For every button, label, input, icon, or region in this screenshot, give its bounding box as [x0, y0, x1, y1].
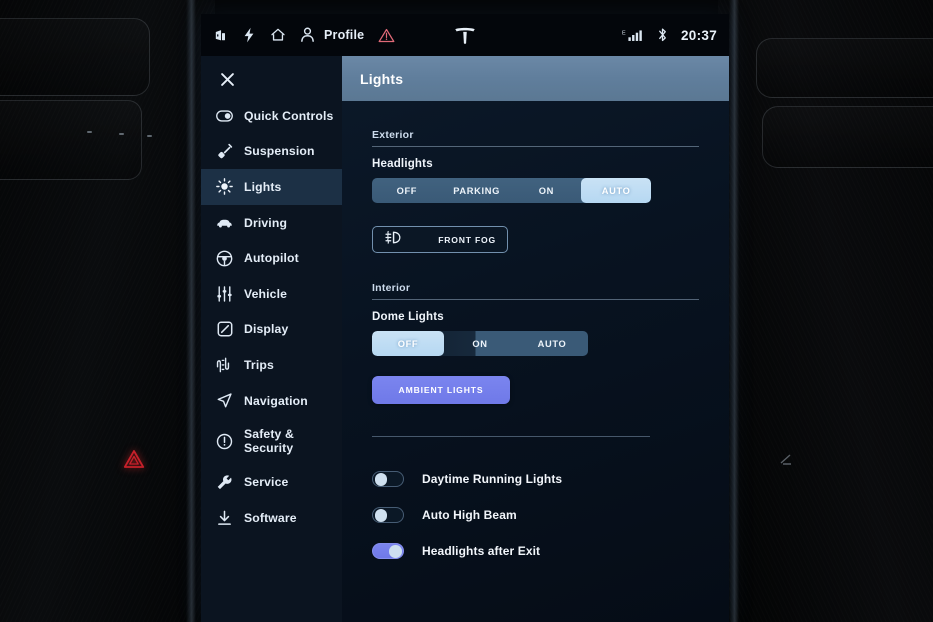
- sidebar-item-label: Service: [244, 475, 289, 490]
- headlights-option-on[interactable]: ON: [512, 178, 582, 203]
- dashboard-right: [718, 0, 933, 622]
- dashboard-trim-left: [186, 0, 196, 622]
- sun-brightness-icon: [216, 178, 233, 196]
- dome-lights-option-off[interactable]: OFF: [372, 331, 444, 356]
- wrench-icon: [216, 474, 233, 491]
- sidebar-item-vehicle[interactable]: Vehicle: [201, 276, 342, 312]
- section-label-exterior: Exterior: [372, 129, 699, 147]
- sidebar-item-label: Suspension: [244, 144, 315, 159]
- toggle-row-auto-high-beam[interactable]: Auto High Beam: [372, 497, 699, 533]
- car-interior-scene: Profile E 20:37 Quick Controls Suspensio…: [0, 0, 933, 622]
- headlights-option-off[interactable]: OFF: [372, 178, 442, 203]
- dome-lights-option-auto[interactable]: AUTO: [516, 331, 588, 356]
- dashboard-left: [0, 0, 215, 622]
- steering-wheel-icon: [216, 250, 233, 267]
- door-handle-glint: [780, 452, 796, 466]
- toggle-label: Headlights after Exit: [422, 544, 541, 558]
- auto-high-beam-toggle[interactable]: [372, 507, 404, 523]
- front-fog-label: FRONT FOG: [438, 234, 496, 245]
- bluetooth-icon[interactable]: [656, 27, 669, 43]
- download-icon: [216, 509, 233, 526]
- fog-light-icon: [384, 230, 404, 250]
- headlights-option-parking[interactable]: PARKING: [442, 178, 512, 203]
- sliders-icon: [216, 285, 233, 302]
- page-title: Lights: [360, 70, 404, 87]
- ambient-lights-button[interactable]: AMBIENT LIGHTS: [372, 376, 510, 404]
- sidebar-item-driving[interactable]: Driving: [201, 205, 342, 241]
- close-icon: [221, 72, 234, 86]
- status-bar: Profile E 20:37: [201, 14, 729, 56]
- sidebar-item-suspension[interactable]: Suspension: [201, 134, 342, 170]
- toggle-label: Auto High Beam: [422, 508, 517, 522]
- sidebar-item-autopilot[interactable]: Autopilot: [201, 240, 342, 276]
- section-label-interior: Interior: [372, 282, 699, 300]
- close-settings-button[interactable]: [201, 60, 342, 98]
- hazard-lights-button[interactable]: [120, 446, 148, 472]
- home-icon[interactable]: [270, 27, 286, 43]
- cellular-signal-icon: E: [622, 28, 644, 42]
- air-vent-upper-right: [756, 38, 933, 98]
- air-vent-upper-left: [0, 18, 150, 96]
- screen-body: Quick Controls Suspension Lights Driving…: [201, 56, 729, 622]
- toggle-label: Daytime Running Lights: [422, 472, 563, 486]
- dome-lights-option-on[interactable]: ON: [444, 331, 516, 356]
- front-fog-button[interactable]: FRONT FOG: [372, 226, 508, 253]
- sidebar-item-label: Software: [244, 510, 297, 525]
- lights-settings-panel: Lights Exterior Headlights OFF PARKING O…: [342, 56, 729, 622]
- dome-lights-segmented-control[interactable]: OFF ON AUTO: [372, 331, 588, 356]
- settings-sidebar: Quick Controls Suspension Lights Driving…: [201, 56, 342, 622]
- alert-circle-icon: [216, 433, 233, 450]
- sidebar-item-label: Autopilot: [244, 251, 299, 266]
- door-lock-icon[interactable]: [213, 28, 228, 43]
- sidebar-item-lights[interactable]: Lights: [201, 169, 342, 205]
- sidebar-item-quick-controls[interactable]: Quick Controls: [201, 98, 342, 134]
- toggle-row-headlights-after-exit[interactable]: Headlights after Exit: [372, 533, 699, 569]
- section-divider: [372, 436, 650, 437]
- headlights-option-auto[interactable]: AUTO: [581, 178, 651, 203]
- sidebar-item-label: Trips: [244, 357, 274, 372]
- panel-header: Lights: [342, 56, 729, 101]
- sidebar-item-display[interactable]: Display: [201, 312, 342, 348]
- sidebar-item-safety-security[interactable]: Safety & Security: [201, 418, 342, 464]
- winding-road-icon: [216, 356, 233, 373]
- charging-bolt-icon[interactable]: [242, 27, 256, 43]
- sidebar-item-service[interactable]: Service: [201, 464, 342, 500]
- svg-text:E: E: [622, 31, 626, 37]
- headlights-label: Headlights: [372, 158, 433, 170]
- profile-label[interactable]: Profile: [324, 28, 364, 42]
- profile-avatar-icon[interactable]: [300, 27, 315, 43]
- dome-lights-label: Dome Lights: [372, 311, 444, 323]
- display-icon: [216, 321, 233, 338]
- sidebar-item-label: Display: [244, 322, 289, 337]
- ambient-lights-label: AMBIENT LIGHTS: [398, 385, 484, 395]
- tesla-touchscreen: Profile E 20:37 Quick Controls Suspensio…: [201, 14, 729, 622]
- warning-triangle-icon[interactable]: [378, 28, 395, 43]
- sidebar-item-navigation[interactable]: Navigation: [201, 383, 342, 419]
- clock-time: 20:37: [680, 27, 717, 43]
- sidebar-item-label: Driving: [244, 215, 288, 230]
- air-vent-lower-right: [762, 106, 933, 168]
- sidebar-item-label: Quick Controls: [244, 108, 334, 123]
- sidebar-item-trips[interactable]: Trips: [201, 347, 342, 383]
- sidebar-item-label: Navigation: [244, 393, 308, 408]
- sidebar-item-label: Safety & Security: [244, 427, 294, 456]
- dashboard-trim-right: [729, 0, 739, 622]
- sidebar-item-label: Vehicle: [244, 286, 288, 301]
- headlights-after-exit-toggle[interactable]: [372, 543, 404, 559]
- car-icon: [216, 214, 233, 231]
- air-vent-lower-left: [0, 100, 152, 180]
- navigation-arrow-icon: [216, 392, 233, 409]
- toggle-row-daytime-running-lights[interactable]: Daytime Running Lights: [372, 461, 699, 497]
- sidebar-item-software[interactable]: Software: [201, 500, 342, 536]
- headlights-segmented-control[interactable]: OFF PARKING ON AUTO: [372, 178, 651, 203]
- daytime-running-lights-toggle[interactable]: [372, 471, 404, 487]
- sidebar-item-label: Lights: [244, 179, 282, 194]
- toggle-switch-icon: [216, 107, 233, 124]
- shock-absorber-icon: [216, 143, 233, 160]
